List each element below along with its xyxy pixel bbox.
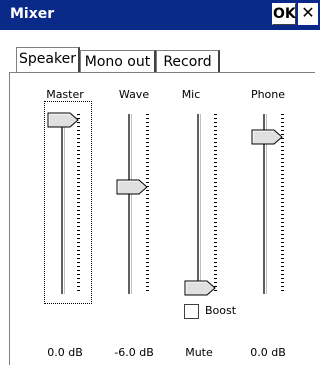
ok-button[interactable]: OK [272, 3, 296, 25]
wave-slider-thumb[interactable] [116, 179, 148, 195]
mic-slider-track [197, 114, 200, 294]
mic-slider-ticks [214, 114, 217, 292]
window-title: Mixer [10, 6, 55, 22]
tab-record[interactable]: Record [156, 50, 220, 74]
tab-speaker[interactable]: Speaker [16, 47, 80, 72]
master-level-readout: 0.0 dB [47, 346, 83, 359]
channel-label-mic: Mic [181, 88, 201, 101]
master-slider-ticks [77, 114, 80, 292]
channel-label-phone: Phone [250, 88, 286, 101]
phone-slider-thumb[interactable] [251, 129, 283, 145]
master-focus-rect [44, 101, 92, 304]
wave-slider-ticks [146, 114, 149, 292]
mic-slider-thumb[interactable] [184, 280, 216, 296]
close-icon[interactable]: ✕ [298, 3, 318, 25]
boost-label: Boost [205, 304, 237, 317]
wave-slider-track [128, 114, 131, 294]
channel-label-wave: Wave [118, 88, 150, 101]
wave-level-readout: -6.0 dB [114, 346, 154, 359]
master-slider-thumb[interactable] [47, 112, 79, 128]
tab-mono-out[interactable]: Mono out [80, 50, 156, 74]
channel-label-master: Master [46, 88, 84, 101]
title-bar: Mixer OK ✕ [0, 0, 320, 30]
master-slider-track [61, 114, 64, 294]
boost-checkbox[interactable] [184, 304, 199, 319]
mic-level-readout: Mute [185, 346, 213, 359]
phone-level-readout: 0.0 dB [250, 346, 286, 359]
mixer-window: Mixer OK ✕ Speaker Mono out Record Maste… [0, 0, 320, 365]
